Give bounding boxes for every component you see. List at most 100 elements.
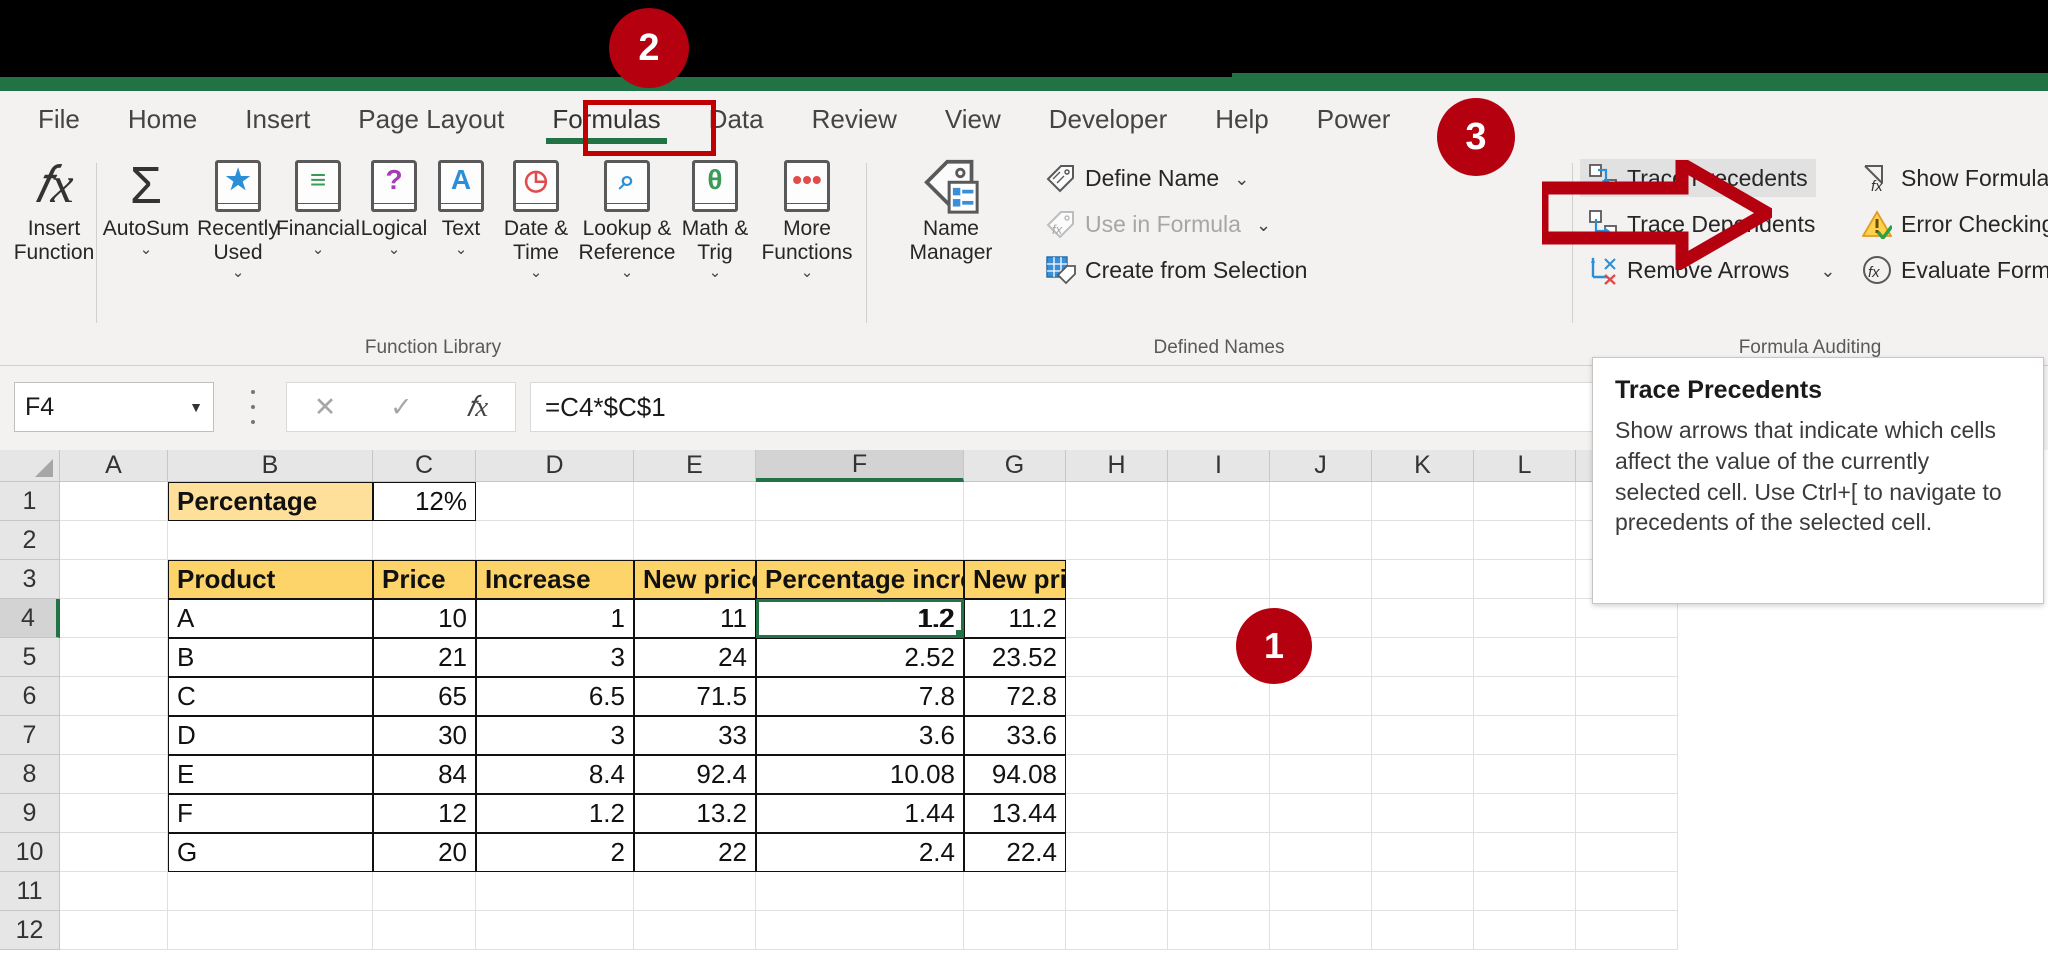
cell-B3[interactable]: Product	[168, 560, 373, 599]
cell-H12[interactable]	[1066, 911, 1168, 950]
cell-B5[interactable]: B	[168, 638, 373, 677]
ribbon-tab-data[interactable]: Data	[685, 98, 788, 141]
ribbon-button-financial[interactable]: ≡Financial⌄	[278, 155, 358, 257]
cell-A1[interactable]	[60, 482, 168, 521]
select-all-corner[interactable]	[0, 450, 60, 482]
cell-M5[interactable]	[1576, 638, 1678, 677]
cell-D7[interactable]: 3	[476, 716, 634, 755]
cell-D3[interactable]: Increase	[476, 560, 634, 599]
cell-L10[interactable]	[1474, 833, 1576, 872]
cell-L4[interactable]	[1474, 599, 1576, 638]
cell-D10[interactable]: 2	[476, 833, 634, 872]
cell-F9[interactable]: 1.44	[756, 794, 964, 833]
cell-I9[interactable]	[1168, 794, 1270, 833]
cell-J1[interactable]	[1270, 482, 1372, 521]
column-header-L[interactable]: L	[1474, 450, 1576, 482]
chevron-down-icon[interactable]: ⌄	[1256, 216, 1271, 234]
cell-E2[interactable]	[634, 521, 756, 560]
column-header-A[interactable]: A	[60, 450, 168, 482]
cell-A8[interactable]	[60, 755, 168, 794]
cell-H2[interactable]	[1066, 521, 1168, 560]
ribbon-tab-view[interactable]: View	[921, 98, 1025, 141]
cell-J9[interactable]	[1270, 794, 1372, 833]
row-header-4[interactable]: 4	[0, 599, 60, 638]
cell-C9[interactable]: 12	[373, 794, 476, 833]
cell-E11[interactable]	[634, 872, 756, 911]
cell-L11[interactable]	[1474, 872, 1576, 911]
cell-C3[interactable]: Price	[373, 560, 476, 599]
ribbon-button-insert-function[interactable]: 𝑓xInsert Function	[6, 155, 102, 264]
cell-L6[interactable]	[1474, 677, 1576, 716]
cell-E6[interactable]: 71.5	[634, 677, 756, 716]
cell-F5[interactable]: 2.52	[756, 638, 964, 677]
cell-F7[interactable]: 3.6	[756, 716, 964, 755]
cell-K1[interactable]	[1372, 482, 1474, 521]
ribbon-button-name-manager[interactable]: Name Manager	[886, 155, 1016, 264]
chevron-down-icon[interactable]: ⌄	[140, 242, 153, 257]
cell-C8[interactable]: 84	[373, 755, 476, 794]
formula-bar-handle[interactable]	[250, 390, 256, 424]
ribbon-tab-formulas[interactable]: Formulas	[528, 98, 684, 141]
chevron-down-icon[interactable]: ⌄	[1234, 170, 1249, 188]
cell-F1[interactable]	[756, 482, 964, 521]
ribbon-button-error-checking[interactable]: Error Checking	[1862, 205, 2048, 243]
cell-F8[interactable]: 10.08	[756, 755, 964, 794]
row-header-5[interactable]: 5	[0, 638, 60, 677]
cell-G8[interactable]: 94.08	[964, 755, 1066, 794]
cell-I2[interactable]	[1168, 521, 1270, 560]
row-header-2[interactable]: 2	[0, 521, 60, 560]
cell-G6[interactable]: 72.8	[964, 677, 1066, 716]
cell-J7[interactable]	[1270, 716, 1372, 755]
cell-H11[interactable]	[1066, 872, 1168, 911]
chevron-down-icon[interactable]: ⌄	[709, 265, 722, 280]
cell-C2[interactable]	[373, 521, 476, 560]
cell-D6[interactable]: 6.5	[476, 677, 634, 716]
cell-D5[interactable]: 3	[476, 638, 634, 677]
cell-G2[interactable]	[964, 521, 1066, 560]
ribbon-button-evaluate-formula[interactable]: fxEvaluate Formula	[1862, 251, 2048, 289]
cell-D8[interactable]: 8.4	[476, 755, 634, 794]
cell-D2[interactable]	[476, 521, 634, 560]
ribbon-tab-review[interactable]: Review	[788, 98, 921, 141]
ribbon-button-recently-used[interactable]: ★Recently Used⌄	[188, 155, 288, 280]
cell-G10[interactable]: 22.4	[964, 833, 1066, 872]
cell-K7[interactable]	[1372, 716, 1474, 755]
cell-B7[interactable]: D	[168, 716, 373, 755]
cell-C1[interactable]: 12%	[373, 482, 476, 521]
cell-F2[interactable]	[756, 521, 964, 560]
cell-D12[interactable]	[476, 911, 634, 950]
row-header-11[interactable]: 11	[0, 872, 60, 911]
cell-H6[interactable]	[1066, 677, 1168, 716]
cell-G12[interactable]	[964, 911, 1066, 950]
cell-D9[interactable]: 1.2	[476, 794, 634, 833]
ribbon-button-use-in-formula[interactable]: fxUse in Formula⌄	[1046, 205, 1271, 243]
name-box[interactable]: F4 ▼	[14, 382, 214, 432]
ribbon-button-more-functions[interactable]: •••More Functions⌄	[752, 155, 862, 280]
cell-H1[interactable]	[1066, 482, 1168, 521]
chevron-down-icon[interactable]: ⌄	[530, 265, 543, 280]
column-header-J[interactable]: J	[1270, 450, 1372, 482]
column-header-B[interactable]: B	[168, 450, 373, 482]
cell-D4[interactable]: 1	[476, 599, 634, 638]
cell-H8[interactable]	[1066, 755, 1168, 794]
ribbon-button-define-name[interactable]: Define Name⌄	[1046, 159, 1249, 197]
row-header-8[interactable]: 8	[0, 755, 60, 794]
cell-L5[interactable]	[1474, 638, 1576, 677]
cell-G1[interactable]	[964, 482, 1066, 521]
cell-F11[interactable]	[756, 872, 964, 911]
times-icon[interactable]: ✕	[314, 392, 337, 423]
cell-B8[interactable]: E	[168, 755, 373, 794]
column-header-G[interactable]: G	[964, 450, 1066, 482]
ribbon-button-logical[interactable]: ?Logical⌄	[352, 155, 436, 257]
chevron-down-icon[interactable]: ▼	[189, 399, 203, 415]
chevron-down-icon[interactable]: ⌄	[388, 242, 401, 257]
row-header-9[interactable]: 9	[0, 794, 60, 833]
cell-E8[interactable]: 92.4	[634, 755, 756, 794]
cell-K5[interactable]	[1372, 638, 1474, 677]
row-header-1[interactable]: 1	[0, 482, 60, 521]
cell-D1[interactable]	[476, 482, 634, 521]
ribbon-tab-power[interactable]: Power	[1293, 98, 1415, 141]
cell-J8[interactable]	[1270, 755, 1372, 794]
cell-B4[interactable]: A	[168, 599, 373, 638]
cell-E12[interactable]	[634, 911, 756, 950]
